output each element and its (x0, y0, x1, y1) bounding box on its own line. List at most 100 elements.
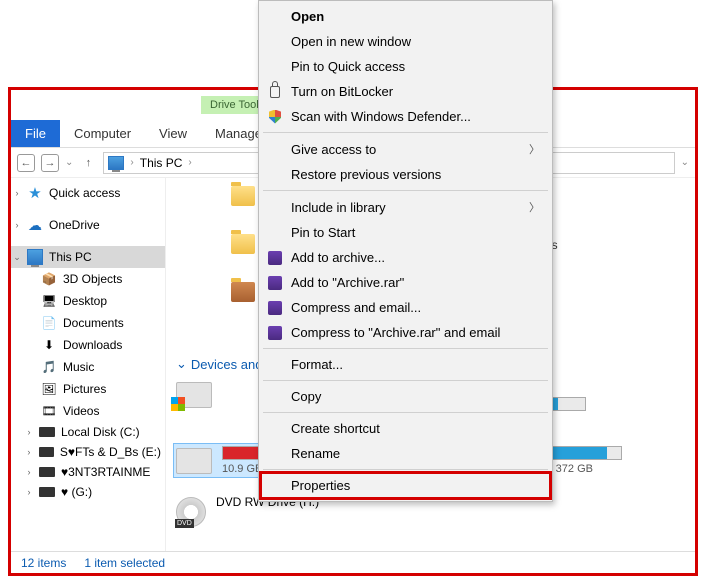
menu-label: Compress and email... (291, 300, 421, 315)
menu-bitlocker[interactable]: Turn on BitLocker (261, 79, 550, 104)
nav-label: This PC (49, 250, 92, 264)
menu-compress-email[interactable]: Compress and email... (261, 295, 550, 320)
nav-label: Pictures (63, 382, 106, 396)
star-icon: ★ (27, 185, 43, 201)
status-items: 12 items (21, 556, 66, 570)
menu-defender[interactable]: Scan with Windows Defender... (261, 104, 550, 129)
menu-label: Properties (291, 478, 350, 493)
chevron-right-icon: › (130, 157, 133, 168)
nav-downloads[interactable]: ⬇Downloads (11, 334, 165, 356)
archive-icon (267, 250, 283, 266)
menu-label: Add to "Archive.rar" (291, 275, 404, 290)
menu-label: Create shortcut (291, 421, 380, 436)
menu-label: Add to archive... (291, 250, 385, 265)
nav-label: Desktop (63, 294, 107, 308)
nav-drive-g[interactable]: ›♥ (G:) (11, 482, 165, 502)
menu-label: Pin to Quick access (291, 59, 405, 74)
menu-format[interactable]: Format... (261, 352, 550, 377)
drive-icon (39, 427, 55, 437)
lock-icon (267, 84, 283, 100)
folder-icon[interactable] (231, 234, 255, 254)
context-menu: Open Open in new window Pin to Quick acc… (258, 0, 553, 502)
menu-open[interactable]: Open (261, 4, 550, 29)
dvd-icon (176, 497, 206, 527)
separator (263, 348, 548, 349)
menu-add-archive-rar[interactable]: Add to "Archive.rar" (261, 270, 550, 295)
nav-drive-e[interactable]: ›S♥FTs & D_Bs (E:) (11, 442, 165, 462)
nav-label: Videos (63, 404, 99, 418)
drive-icon (39, 487, 55, 497)
status-bar: 12 items 1 item selected (11, 551, 695, 573)
menu-pin-start[interactable]: Pin to Start (261, 220, 550, 245)
documents-icon: 📄 (41, 315, 57, 331)
menu-label: Pin to Start (291, 225, 355, 240)
path-segment[interactable]: This PC (140, 156, 183, 170)
shield-icon (267, 109, 283, 125)
folder-icon[interactable] (231, 282, 255, 302)
menu-give-access[interactable]: Give access to 〉 (261, 136, 550, 162)
tab-view[interactable]: View (145, 120, 201, 147)
menu-label: Copy (291, 389, 321, 404)
status-selected: 1 item selected (84, 556, 165, 570)
drive-icon (39, 447, 54, 457)
cloud-icon: ☁ (27, 217, 43, 233)
tab-computer[interactable]: Computer (60, 120, 145, 147)
nav-label: S♥FTs & D_Bs (E:) (60, 445, 161, 459)
nav-label: ♥3NT3RTAINME (61, 465, 150, 479)
separator (263, 469, 548, 470)
menu-label: Open in new window (291, 34, 411, 49)
chevron-down-icon: ⌄ (176, 356, 187, 372)
nav-label: OneDrive (49, 218, 100, 232)
nav-3d-objects[interactable]: 📦3D Objects (11, 268, 165, 290)
menu-label: Restore previous versions (291, 167, 441, 182)
nav-back-button[interactable]: ← (17, 154, 35, 172)
menu-label: Compress to "Archive.rar" and email (291, 325, 500, 340)
menu-create-shortcut[interactable]: Create shortcut (261, 416, 550, 441)
menu-properties[interactable]: Properties (261, 473, 550, 498)
submenu-arrow-icon: 〉 (529, 141, 540, 157)
nav-music[interactable]: 🎵Music (11, 356, 165, 378)
menu-label: Give access to (291, 142, 376, 157)
menu-rename[interactable]: Rename (261, 441, 550, 466)
history-dropdown-icon[interactable]: ⌄ (65, 157, 73, 168)
nav-pictures[interactable]: 🖼 Pictures (11, 378, 165, 400)
nav-local-disk-c[interactable]: ›Local Disk (C:) (11, 422, 165, 442)
pictures-icon: 🖼 (41, 381, 57, 397)
nav-label: Music (63, 360, 94, 374)
menu-pin-quick-access[interactable]: Pin to Quick access (261, 54, 550, 79)
nav-forward-button[interactable]: → (41, 154, 59, 172)
menu-include-library[interactable]: Include in library〉 (261, 194, 550, 220)
nav-label: Quick access (49, 186, 120, 200)
nav-documents[interactable]: 📄 Documents (11, 312, 165, 334)
archive-icon (267, 325, 283, 341)
cube-icon: 📦 (41, 271, 57, 287)
menu-copy[interactable]: Copy (261, 384, 550, 409)
menu-label: Scan with Windows Defender... (291, 109, 471, 124)
nav-up-button[interactable]: ↑ (79, 154, 97, 172)
nav-onedrive[interactable]: ›☁OneDrive (11, 214, 165, 236)
archive-icon (267, 275, 283, 291)
separator (263, 132, 548, 133)
nav-drive-f[interactable]: ›♥3NT3RTAINME (11, 462, 165, 482)
nav-label: Local Disk (C:) (61, 425, 140, 439)
nav-label: Documents (63, 316, 124, 330)
tab-file[interactable]: File (11, 120, 60, 147)
drive-icon (39, 467, 55, 477)
nav-quick-access[interactable]: ›★Quick access (11, 182, 165, 204)
separator (263, 412, 548, 413)
nav-label: ♥ (G:) (61, 485, 92, 499)
videos-icon: 🎞 (41, 403, 57, 419)
menu-open-new-window[interactable]: Open in new window (261, 29, 550, 54)
address-dropdown-icon[interactable]: ⌄ (681, 157, 689, 168)
menu-add-archive[interactable]: Add to archive... (261, 245, 550, 270)
menu-compress-rar-email[interactable]: Compress to "Archive.rar" and email (261, 320, 550, 345)
separator (263, 380, 548, 381)
nav-videos[interactable]: 🎞 Videos (11, 400, 165, 422)
folder-icon[interactable] (231, 186, 255, 206)
drive-icon (176, 382, 212, 408)
nav-this-pc[interactable]: ⌄This PC (11, 246, 165, 268)
menu-label: Include in library (291, 200, 386, 215)
drive-icon (176, 448, 212, 474)
menu-restore-versions[interactable]: Restore previous versions (261, 162, 550, 187)
nav-desktop[interactable]: 🖥Desktop (11, 290, 165, 312)
